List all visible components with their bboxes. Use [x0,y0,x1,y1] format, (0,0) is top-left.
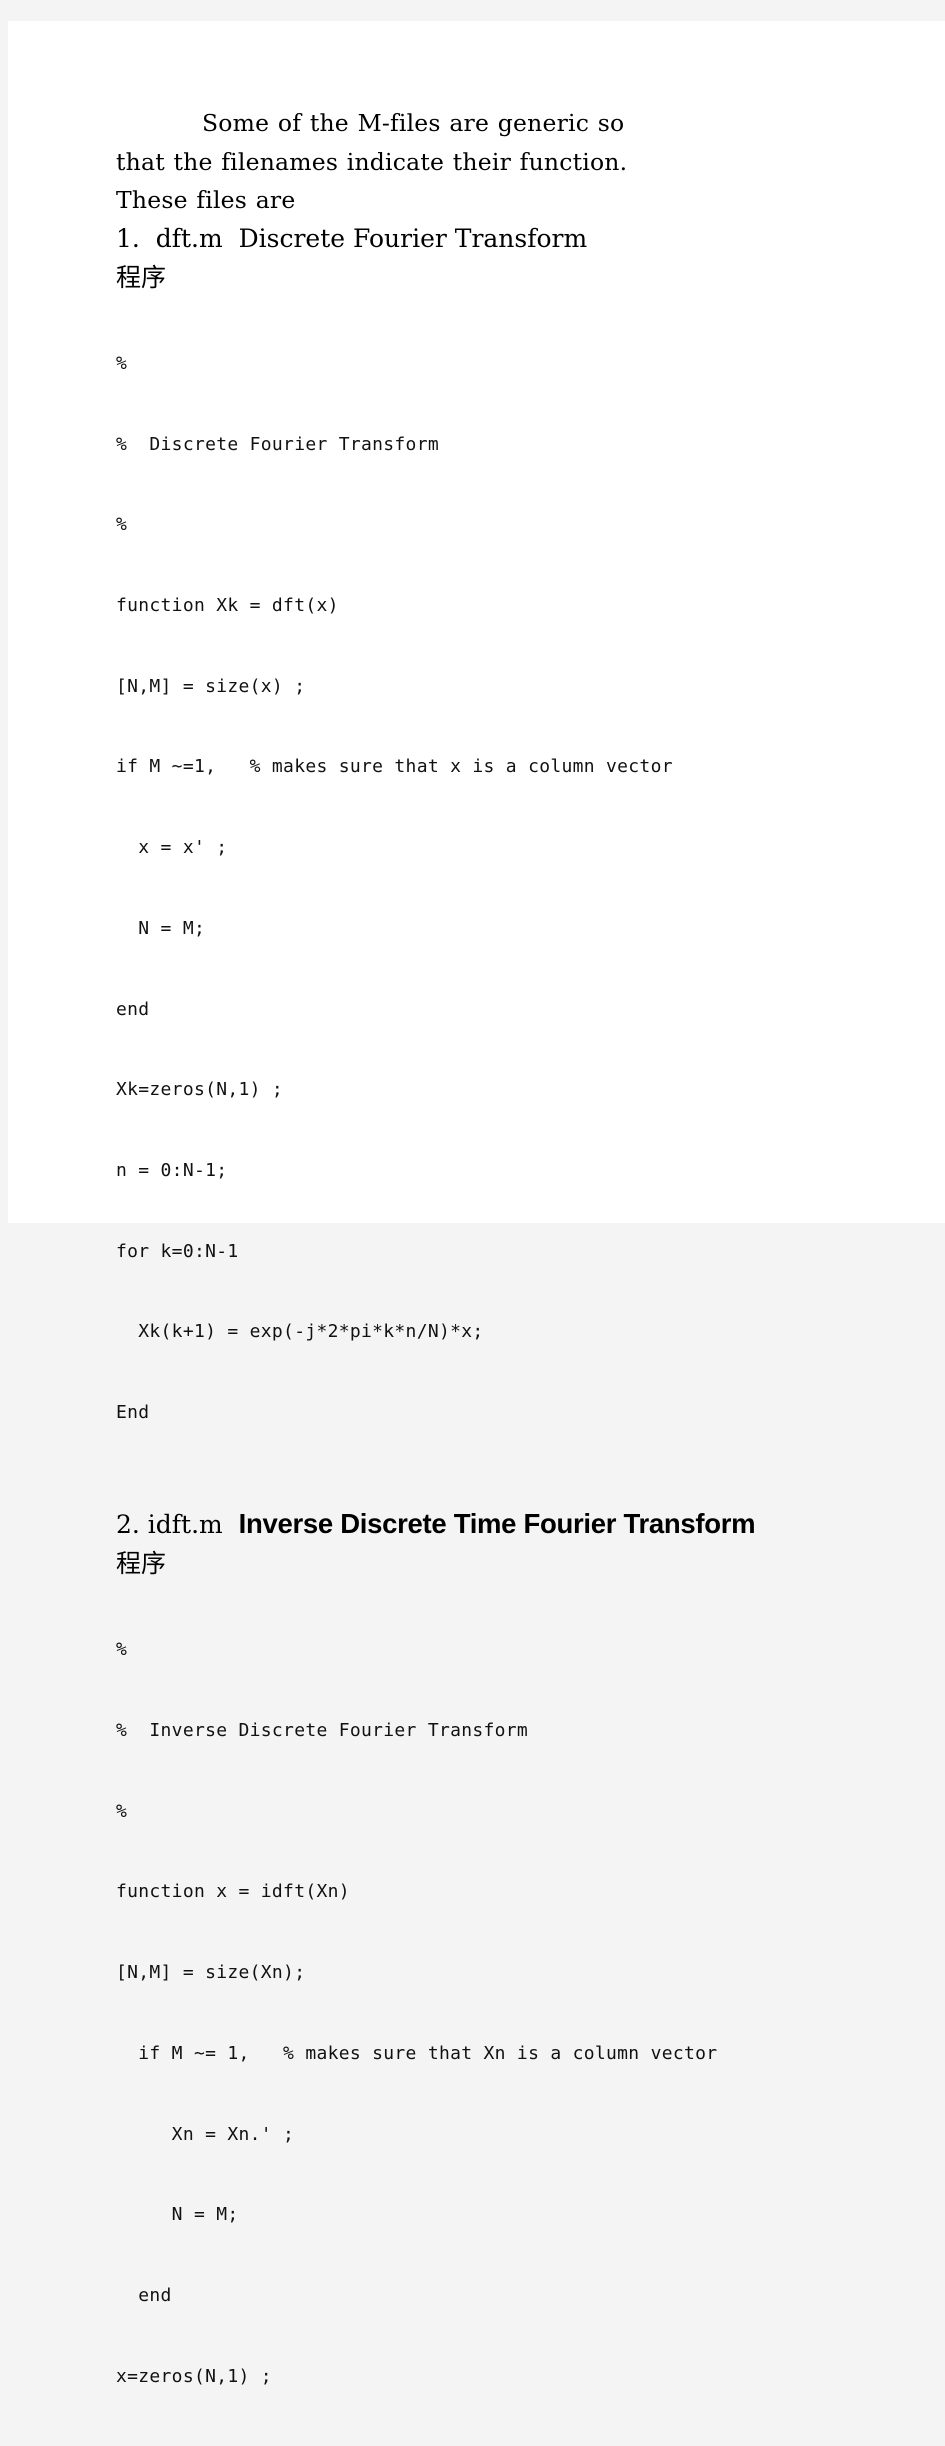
section-1-program-label: 程序 [116,263,167,292]
document-content: Some of the M-files are generic so that … [116,104,842,2446]
code-line: N = M; [116,917,206,939]
code-line: end [116,998,150,1020]
code-line: [N,M] = size(Xn); [116,1962,306,1984]
code-line: Xn = Xn.' ; [116,2123,295,2145]
code-line: % Discrete Fourier Transform [116,433,439,455]
code-line: N = M; [116,2204,239,2226]
section-1-code-block: % % Discrete Fourier Transform % functio… [116,297,842,1481]
section-2-code-block: % % Inverse Discrete Fourier Transform %… [116,1583,842,2446]
code-line: x = x' ; [116,837,228,859]
document-page: Some of the M-files are generic so that … [8,21,945,2387]
code-line: x=zeros(N,1) ; [116,2365,272,2387]
section-2-heading: 2. idft.m Inverse Discrete Time Fourier … [116,1505,806,1545]
code-line: end [116,2284,172,2306]
code-line: % [116,514,128,536]
code-line: Xk=zeros(N,1) ; [116,1079,284,1101]
intro-line-2: that the filenames indicate their functi… [116,147,628,176]
code-line: [N,M] = size(x) ; [116,675,306,697]
section-2-program-label: 程序 [116,1549,167,1579]
code-line: % [116,1800,128,1822]
code-line: n = 0:N-1; [116,2444,842,2446]
code-line: % [116,1639,128,1661]
code-line: % [116,352,128,374]
section-2-number-file: 2. idft.m [116,1509,239,1539]
code-line: End [116,1402,150,1424]
code-line: % Inverse Discrete Fourier Transform [116,1719,529,1741]
code-line: function Xk = dft(x) [116,594,339,616]
code-line: function x = idft(Xn) [116,1881,350,1903]
section-1-heading: 1. dft.m Discrete Fourier Transform [116,223,588,253]
code-line: for k=0:N-1 [116,1240,239,1262]
intro-paragraph: Some of the M-files are generic so that … [116,104,840,220]
intro-line-1: Some of the M-files are generic so [202,109,625,137]
code-line: Xk(k+1) = exp(-j*2*pi*k*n/N)*x; [116,1321,484,1343]
code-line: if M ~= 1, % makes sure that Xn is a col… [116,2042,718,2064]
code-line: if M ~=1, % makes sure that x is a colum… [116,756,673,778]
section-2-title: Inverse Discrete Time Fourier Transform [238,1507,756,1539]
code-line: n = 0:N-1; [116,1160,228,1181]
intro-line-3: These files are [116,186,296,214]
